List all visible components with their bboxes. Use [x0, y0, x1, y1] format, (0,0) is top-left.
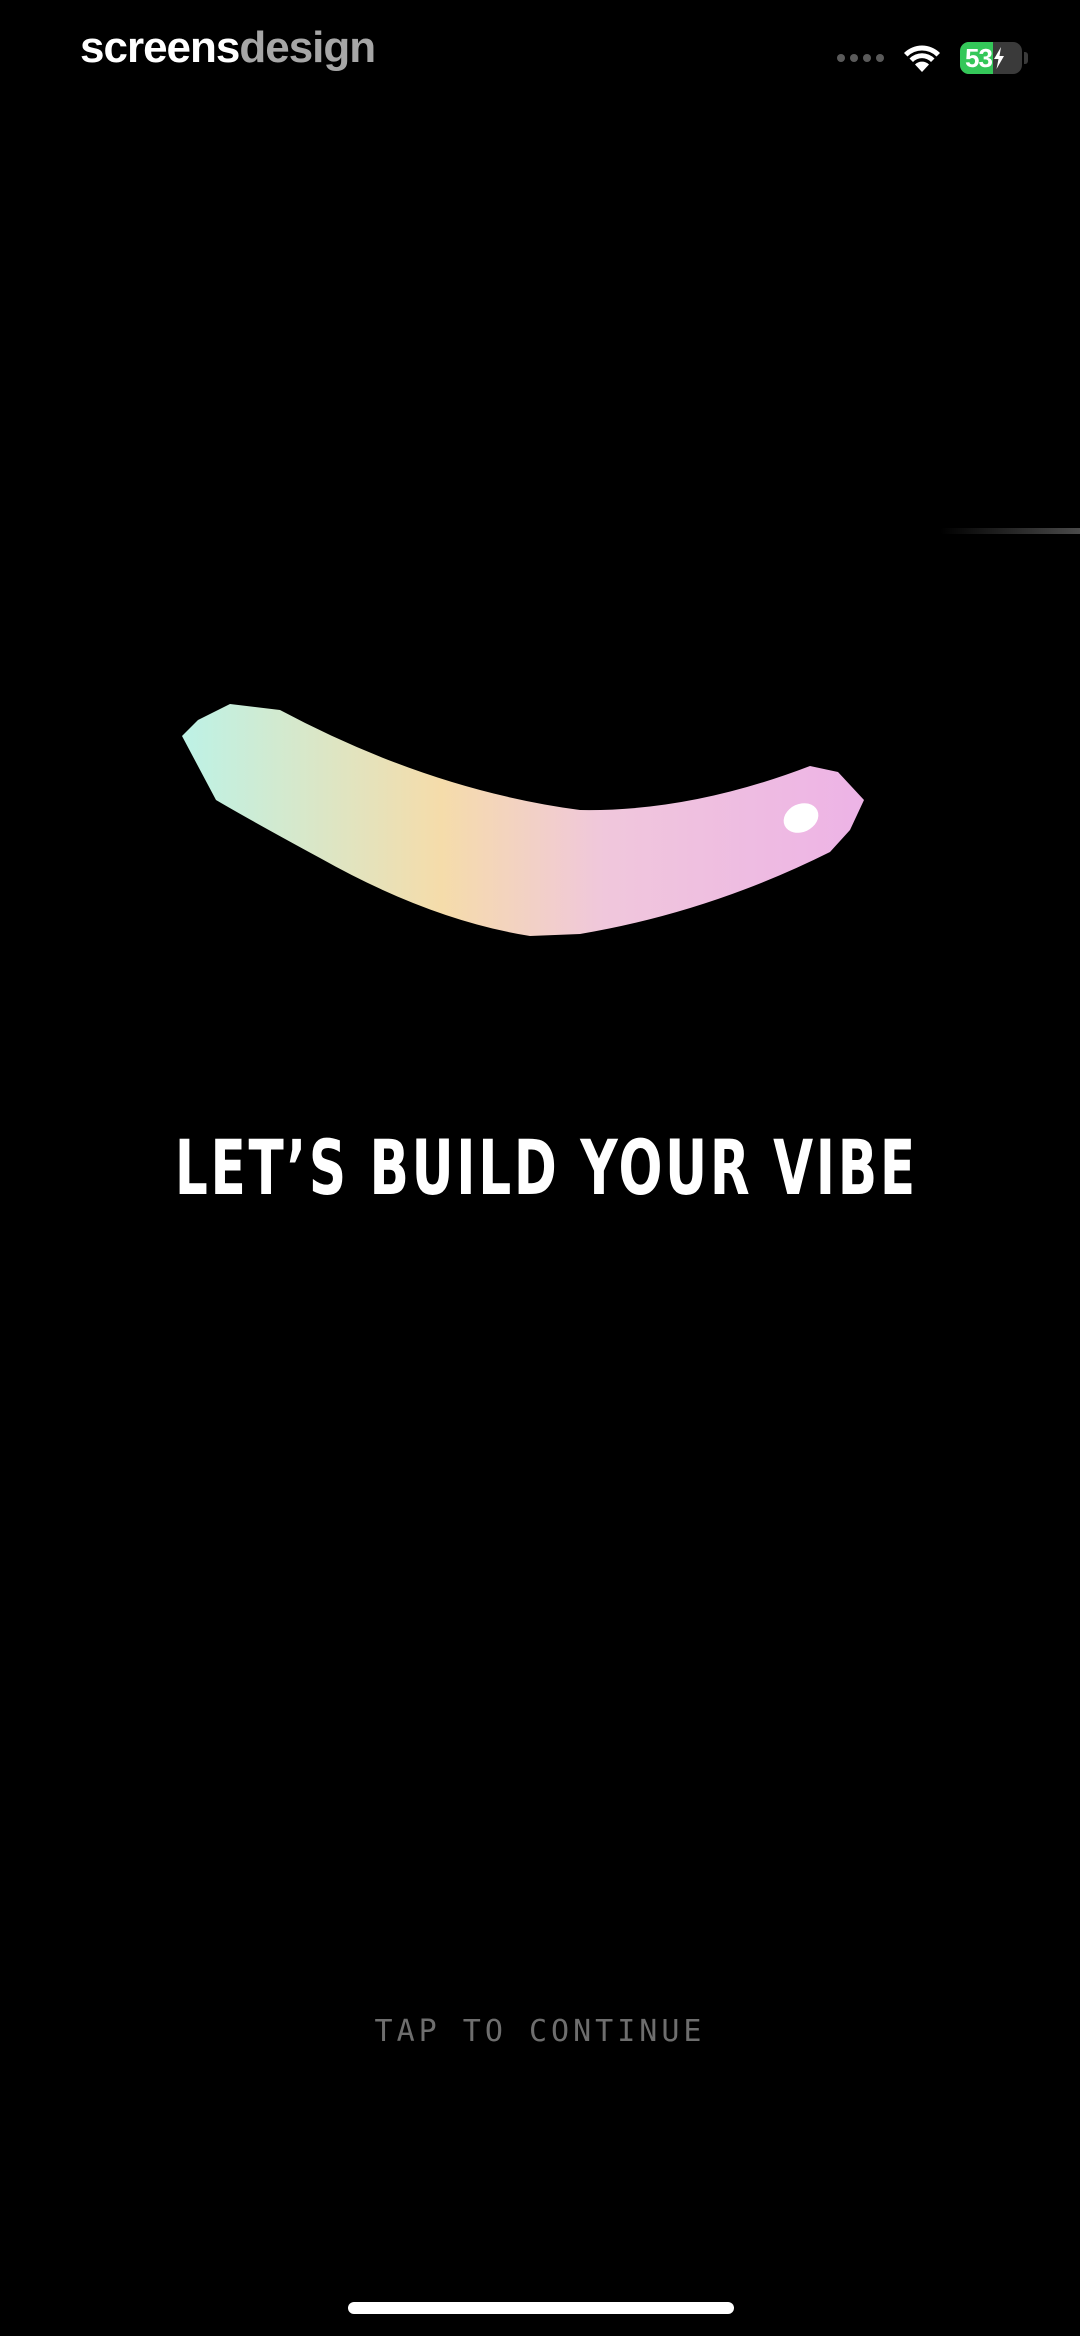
battery-icon: 53 [960, 42, 1022, 74]
screensdesign-logo: screensdesign [80, 20, 376, 76]
logo-text-design: design [239, 23, 376, 72]
wifi-icon [902, 42, 942, 74]
home-indicator[interactable] [348, 2302, 734, 2314]
headline-text: LET’S BUILD YOUR VIBE [174, 1123, 918, 1212]
onboarding-headline: LET’S BUILD YOUR VIBE [0, 1118, 1080, 1218]
logo-text-screens: screens [80, 23, 240, 72]
signal-dots-icon [837, 54, 884, 62]
status-bar: 53 [837, 36, 1028, 80]
battery-tip [1024, 52, 1028, 64]
vibe-wave-shape[interactable] [170, 690, 910, 950]
battery-percent: 53 [965, 42, 993, 73]
tap-to-continue-button[interactable]: TAP TO CONTINUE [0, 2012, 1080, 2052]
charging-bolt-icon [993, 47, 1004, 69]
side-scroll-indicator [940, 528, 1080, 534]
